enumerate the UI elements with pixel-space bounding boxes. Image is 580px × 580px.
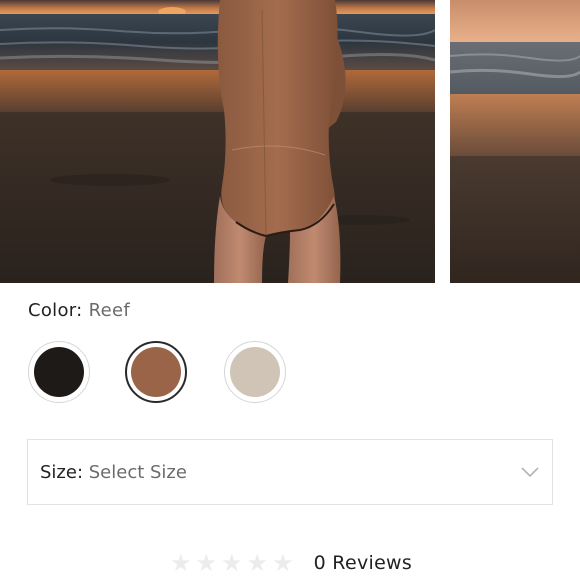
size-select[interactable]: Size: Select Size — [27, 439, 553, 505]
size-select-label: Size: Select Size — [40, 462, 187, 483]
product-photo-secondary[interactable] — [450, 0, 580, 283]
product-image-gallery — [0, 0, 580, 283]
star-icon: ★ — [272, 549, 294, 577]
reviews-summary[interactable]: ★ ★ ★ ★ ★ 0 Reviews — [170, 548, 412, 578]
star-icon: ★ — [170, 549, 192, 577]
color-label-text: Color: — [28, 300, 83, 321]
product-photo-main[interactable] — [0, 0, 435, 283]
product-photo-secondary-image — [450, 0, 580, 283]
color-swatch-sand[interactable] — [224, 341, 286, 403]
star-rating: ★ ★ ★ ★ ★ — [170, 551, 294, 575]
size-label-text: Size: — [40, 462, 84, 483]
color-swatch-black[interactable] — [28, 341, 90, 403]
selected-color-value: Reef — [88, 300, 130, 321]
color-label: Color: Reef — [28, 300, 130, 321]
star-icon: ★ — [221, 549, 243, 577]
product-photo-main-image — [0, 0, 435, 283]
swatch-fill-reef — [131, 347, 181, 397]
star-icon: ★ — [246, 549, 269, 577]
swatch-fill-sand — [230, 347, 280, 397]
review-count[interactable]: 0 Reviews — [314, 552, 413, 574]
color-swatch-reef[interactable] — [125, 341, 187, 403]
star-icon: ★ — [195, 549, 218, 577]
swatch-fill-black — [34, 347, 84, 397]
size-value: Select Size — [88, 462, 187, 483]
chevron-down-icon — [521, 467, 539, 478]
